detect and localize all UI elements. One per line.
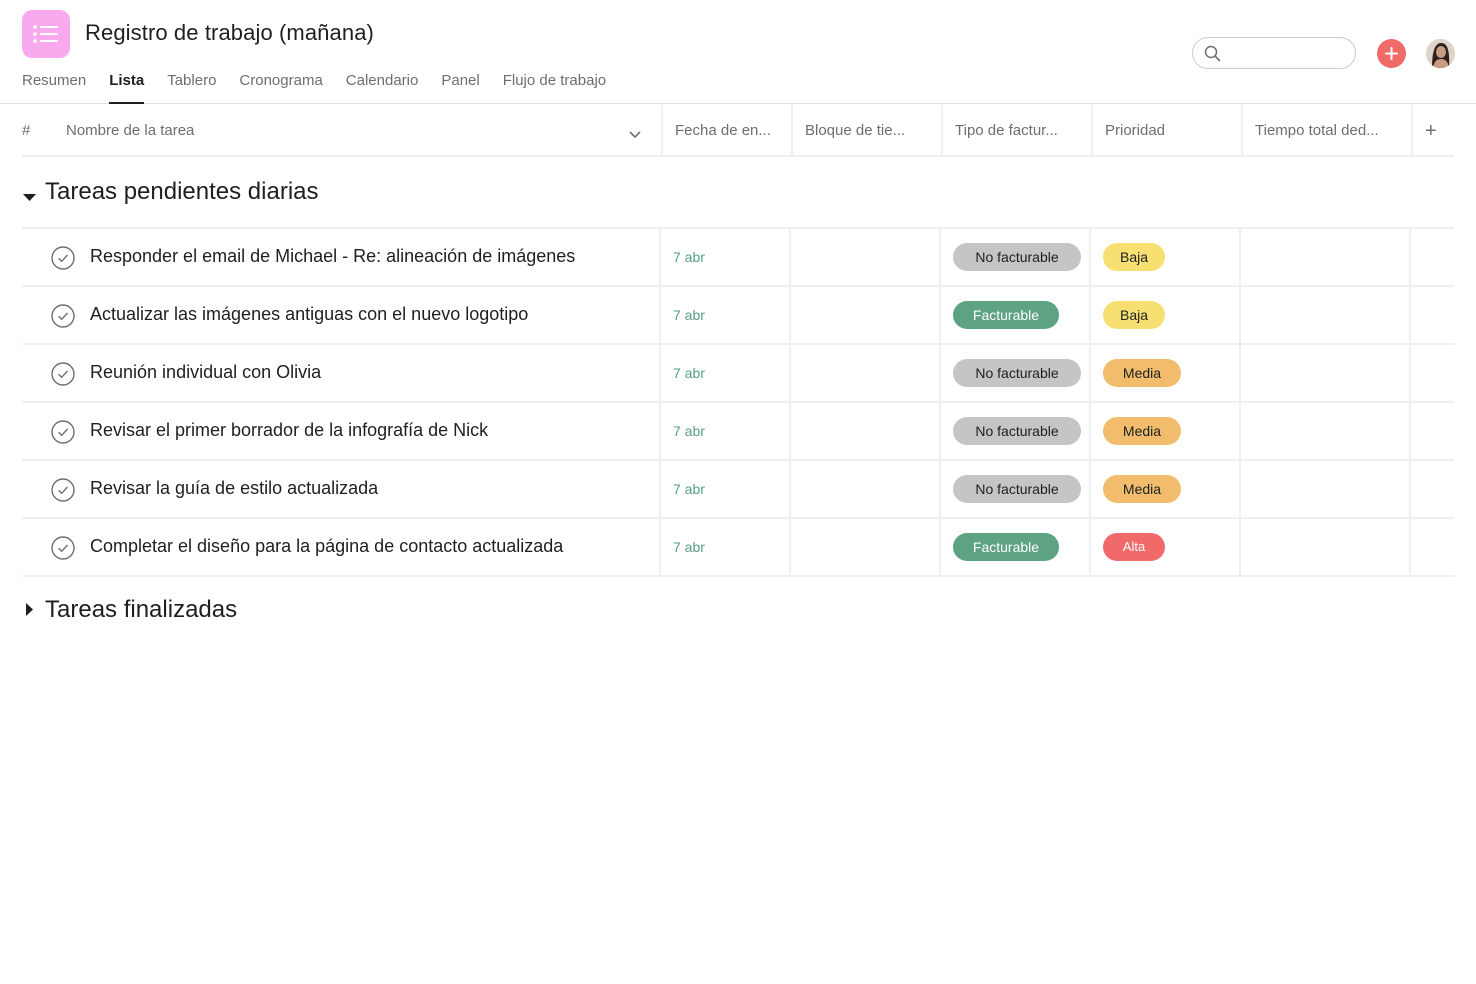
chevron-down-icon[interactable] <box>629 126 641 144</box>
column-number: # <box>22 122 31 139</box>
due-date[interactable]: 7 abr <box>673 307 705 323</box>
add-button[interactable] <box>1377 39 1406 68</box>
column-header-row: # Nombre de la tarea Fecha de en... Bloq… <box>22 105 1454 157</box>
avatar[interactable] <box>1426 39 1455 68</box>
task-name[interactable]: Responder el email de Michael - Re: alin… <box>90 246 575 267</box>
list-icon[interactable] <box>22 10 70 58</box>
section-title[interactable]: Tareas finalizadas <box>45 596 237 624</box>
check-circle-icon[interactable] <box>51 478 75 502</box>
task-name[interactable]: Reunión individual con Olivia <box>90 362 321 383</box>
priority-tag[interactable]: Baja <box>1103 301 1165 329</box>
section-title[interactable]: Tareas pendientes diarias <box>45 178 319 206</box>
view-tabs: Resumen Lista Tablero Cronograma Calenda… <box>22 70 629 104</box>
table-row[interactable]: Reunión individual con Olivia 7 abr No f… <box>22 343 1454 401</box>
due-date[interactable]: 7 abr <box>673 423 705 439</box>
billing-tag[interactable]: No facturable <box>953 359 1081 387</box>
check-circle-icon[interactable] <box>51 420 75 444</box>
priority-tag[interactable]: Media <box>1103 475 1181 503</box>
table-row[interactable]: Responder el email de Michael - Re: alin… <box>22 227 1454 285</box>
due-date[interactable]: 7 abr <box>673 249 705 265</box>
table-row[interactable]: Actualizar las imágenes antiguas con el … <box>22 285 1454 343</box>
tab-lista[interactable]: Lista <box>109 70 145 104</box>
add-column-button[interactable]: + <box>1413 105 1453 157</box>
priority-tag[interactable]: Baja <box>1103 243 1165 271</box>
priority-tag[interactable]: Media <box>1103 359 1181 387</box>
tab-panel[interactable]: Panel <box>441 70 479 104</box>
check-circle-icon[interactable] <box>51 304 75 328</box>
billing-tag[interactable]: Facturable <box>953 301 1059 329</box>
column-billing-type[interactable]: Tipo de factur... <box>943 105 1091 157</box>
billing-tag[interactable]: No facturable <box>953 243 1081 271</box>
column-total-time[interactable]: Tiempo total ded... <box>1243 105 1411 157</box>
tab-flujo-de-trabajo[interactable]: Flujo de trabajo <box>503 70 606 104</box>
due-date[interactable]: 7 abr <box>673 539 705 555</box>
priority-tag[interactable]: Alta <box>1103 533 1165 561</box>
check-circle-icon[interactable] <box>51 536 75 560</box>
table-row[interactable]: Completar el diseño para la página de co… <box>22 517 1454 577</box>
column-due-date[interactable]: Fecha de en... <box>663 105 791 157</box>
tab-cronograma[interactable]: Cronograma <box>239 70 322 104</box>
search-box <box>1192 37 1356 69</box>
column-time-block[interactable]: Bloque de tie... <box>793 105 941 157</box>
search-icon <box>1204 45 1221 67</box>
table-row[interactable]: Revisar el primer borrador de la infogra… <box>22 401 1454 459</box>
task-name[interactable]: Revisar el primer borrador de la infogra… <box>90 420 488 441</box>
column-priority[interactable]: Prioridad <box>1093 105 1241 157</box>
check-circle-icon[interactable] <box>51 362 75 386</box>
tab-tablero[interactable]: Tablero <box>167 70 216 104</box>
check-circle-icon[interactable] <box>51 246 75 270</box>
task-name[interactable]: Revisar la guía de estilo actualizada <box>90 478 378 499</box>
table-row[interactable]: Revisar la guía de estilo actualizada 7 … <box>22 459 1454 517</box>
billing-tag[interactable]: No facturable <box>953 417 1081 445</box>
search-input[interactable] <box>1227 43 1345 63</box>
tab-resumen[interactable]: Resumen <box>22 70 86 104</box>
billing-tag[interactable]: Facturable <box>953 533 1059 561</box>
task-name[interactable]: Actualizar las imágenes antiguas con el … <box>90 304 528 325</box>
billing-tag[interactable]: No facturable <box>953 475 1081 503</box>
project-header: Registro de trabajo (mañana) Resumen Lis… <box>0 0 1476 104</box>
due-date[interactable]: 7 abr <box>673 481 705 497</box>
plus-icon <box>1385 47 1398 60</box>
column-task-name[interactable]: Nombre de la tarea <box>54 105 354 157</box>
page-title: Registro de trabajo (mañana) <box>85 20 374 45</box>
caret-right-icon[interactable] <box>26 603 34 621</box>
caret-down-icon[interactable] <box>23 189 36 207</box>
due-date[interactable]: 7 abr <box>673 365 705 381</box>
task-name[interactable]: Completar el diseño para la página de co… <box>90 536 563 557</box>
tab-calendario[interactable]: Calendario <box>346 70 419 104</box>
priority-tag[interactable]: Media <box>1103 417 1181 445</box>
